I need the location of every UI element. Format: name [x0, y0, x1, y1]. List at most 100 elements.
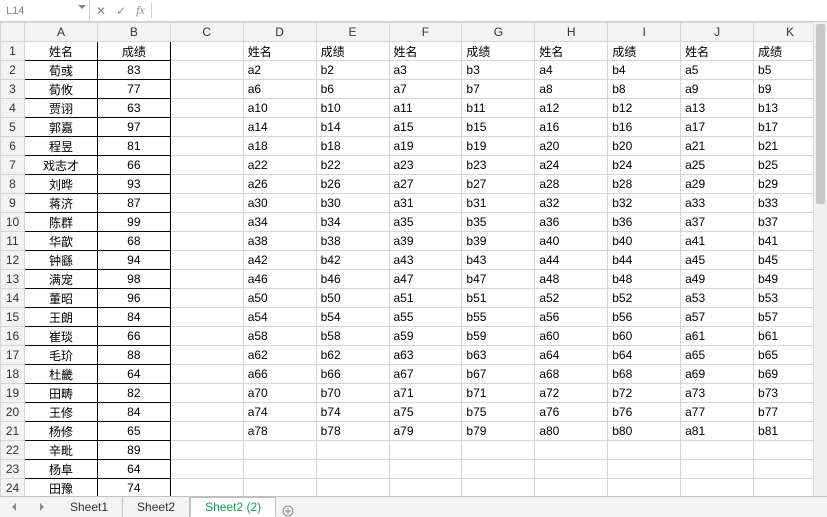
- cell[interactable]: b38: [316, 232, 389, 251]
- cell[interactable]: a66: [243, 365, 316, 384]
- cell[interactable]: b7: [462, 80, 535, 99]
- row-header[interactable]: 9: [1, 194, 25, 213]
- cell[interactable]: b3: [462, 61, 535, 80]
- cell[interactable]: 王朗: [24, 308, 97, 327]
- cell[interactable]: 97: [97, 118, 170, 137]
- cell[interactable]: 郭嘉: [24, 118, 97, 137]
- cell[interactable]: a77: [681, 403, 754, 422]
- cell[interactable]: b72: [608, 384, 681, 403]
- cell[interactable]: 董昭: [24, 289, 97, 308]
- cell[interactable]: b79: [462, 422, 535, 441]
- cell[interactable]: a2: [243, 61, 316, 80]
- cell[interactable]: [608, 479, 681, 497]
- cell[interactable]: [681, 460, 754, 479]
- cell[interactable]: [170, 156, 243, 175]
- cell[interactable]: a7: [389, 80, 462, 99]
- cell[interactable]: a56: [535, 308, 608, 327]
- cell[interactable]: b15: [462, 118, 535, 137]
- cell[interactable]: [170, 365, 243, 384]
- cell[interactable]: b11: [462, 99, 535, 118]
- cell[interactable]: b78: [316, 422, 389, 441]
- cell[interactable]: 99: [97, 213, 170, 232]
- cell[interactable]: 满宠: [24, 270, 97, 289]
- cell[interactable]: 蒋济: [24, 194, 97, 213]
- cell[interactable]: a4: [535, 61, 608, 80]
- cell[interactable]: [608, 441, 681, 460]
- cell[interactable]: 姓名: [681, 42, 754, 61]
- cell[interactable]: 88: [97, 346, 170, 365]
- cell[interactable]: a18: [243, 137, 316, 156]
- row-header[interactable]: 4: [1, 99, 25, 118]
- cell[interactable]: 杨阜: [24, 460, 97, 479]
- row-header[interactable]: 13: [1, 270, 25, 289]
- cell[interactable]: b59: [462, 327, 535, 346]
- cell[interactable]: b76: [608, 403, 681, 422]
- cell[interactable]: a71: [389, 384, 462, 403]
- cell[interactable]: 94: [97, 251, 170, 270]
- accept-icon[interactable]: ✓: [116, 4, 126, 18]
- cell[interactable]: b39: [462, 232, 535, 251]
- cell[interactable]: b8: [608, 80, 681, 99]
- cell[interactable]: b42: [316, 251, 389, 270]
- cell[interactable]: a34: [243, 213, 316, 232]
- cell[interactable]: a49: [681, 270, 754, 289]
- cell[interactable]: b47: [462, 270, 535, 289]
- cell[interactable]: b36: [608, 213, 681, 232]
- cancel-icon[interactable]: ✕: [96, 4, 106, 18]
- cell[interactable]: a78: [243, 422, 316, 441]
- cell[interactable]: b34: [316, 213, 389, 232]
- cell[interactable]: b4: [608, 61, 681, 80]
- row-header[interactable]: 2: [1, 61, 25, 80]
- cell[interactable]: a28: [535, 175, 608, 194]
- cell[interactable]: 华歆: [24, 232, 97, 251]
- name-box[interactable]: L14: [0, 0, 90, 22]
- row-header[interactable]: 14: [1, 289, 25, 308]
- cell[interactable]: 成绩: [97, 42, 170, 61]
- cell[interactable]: [170, 42, 243, 61]
- cell[interactable]: a53: [681, 289, 754, 308]
- cell[interactable]: a32: [535, 194, 608, 213]
- column-header[interactable]: E: [316, 23, 389, 42]
- row-header[interactable]: 1: [1, 42, 25, 61]
- cell[interactable]: a10: [243, 99, 316, 118]
- cell[interactable]: a67: [389, 365, 462, 384]
- cell[interactable]: 82: [97, 384, 170, 403]
- cell[interactable]: a81: [681, 422, 754, 441]
- select-all-corner[interactable]: [1, 23, 25, 42]
- column-header[interactable]: D: [243, 23, 316, 42]
- cell[interactable]: a38: [243, 232, 316, 251]
- cell[interactable]: [535, 460, 608, 479]
- row-header[interactable]: 12: [1, 251, 25, 270]
- vertical-scrollbar[interactable]: [813, 22, 827, 496]
- sheet-tab[interactable]: Sheet1: [56, 497, 123, 517]
- cell[interactable]: [389, 479, 462, 497]
- cell[interactable]: b52: [608, 289, 681, 308]
- cell[interactable]: [535, 479, 608, 497]
- cell[interactable]: 王修: [24, 403, 97, 422]
- row-header[interactable]: 22: [1, 441, 25, 460]
- column-header[interactable]: A: [24, 23, 97, 42]
- cell[interactable]: a74: [243, 403, 316, 422]
- cell[interactable]: b2: [316, 61, 389, 80]
- cell[interactable]: 87: [97, 194, 170, 213]
- cell[interactable]: 荀攸: [24, 80, 97, 99]
- cell[interactable]: 68: [97, 232, 170, 251]
- cell[interactable]: a21: [681, 137, 754, 156]
- cell[interactable]: 姓名: [389, 42, 462, 61]
- cell[interactable]: a58: [243, 327, 316, 346]
- column-header[interactable]: C: [170, 23, 243, 42]
- row-header[interactable]: 7: [1, 156, 25, 175]
- column-header[interactable]: J: [681, 23, 754, 42]
- cell[interactable]: [170, 80, 243, 99]
- cell[interactable]: a3: [389, 61, 462, 80]
- cell[interactable]: a59: [389, 327, 462, 346]
- cell[interactable]: 刘晔: [24, 175, 97, 194]
- cell[interactable]: [170, 441, 243, 460]
- cell[interactable]: a37: [681, 213, 754, 232]
- cell[interactable]: [170, 403, 243, 422]
- row-header[interactable]: 16: [1, 327, 25, 346]
- cell[interactable]: b67: [462, 365, 535, 384]
- cell[interactable]: b70: [316, 384, 389, 403]
- row-header[interactable]: 6: [1, 137, 25, 156]
- cell[interactable]: 64: [97, 460, 170, 479]
